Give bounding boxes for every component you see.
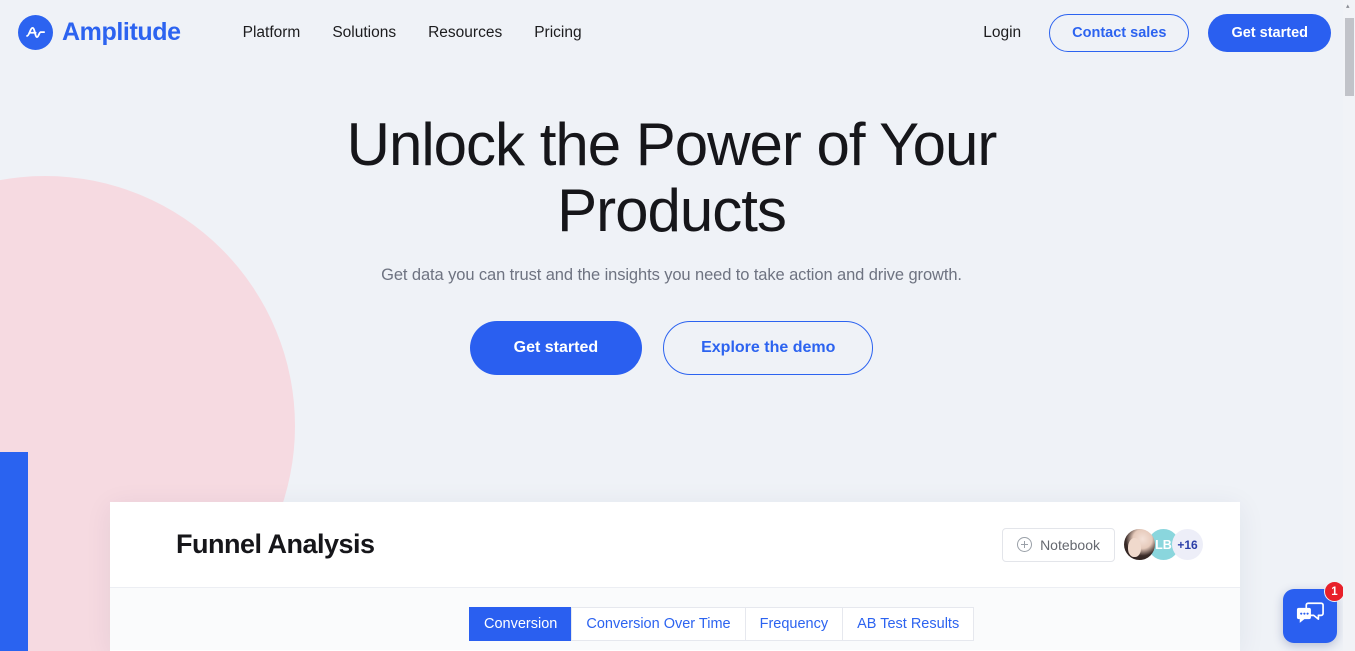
card-body: Conversion Conversion Over Time Frequenc… [110,588,1240,650]
page-scrollbar[interactable]: ▴ [1343,0,1355,651]
nav-links: Platform Solutions Resources Pricing [227,24,598,42]
chat-bubbles-icon [1296,601,1324,631]
nav-link-resources[interactable]: Resources [412,24,518,42]
plus-circle-icon [1017,537,1033,552]
avatar-overflow-count[interactable]: +16 [1172,529,1203,560]
scroll-up-arrow-icon[interactable]: ▴ [1346,3,1352,10]
nav-get-started-button[interactable]: Get started [1208,13,1331,52]
notebook-button[interactable]: Notebook [1002,527,1115,562]
scrollbar-thumb[interactable] [1345,18,1354,96]
avatar-group: LB +16 [1124,529,1203,560]
nav-link-solutions[interactable]: Solutions [316,24,412,42]
nav-link-platform[interactable]: Platform [227,24,317,42]
avatar-photo[interactable] [1124,529,1155,560]
tab-frequency[interactable]: Frequency [744,607,843,641]
login-link[interactable]: Login [983,24,1021,42]
brand-name: Amplitude [62,18,181,46]
tab-conversion[interactable]: Conversion [469,607,572,641]
amplitude-logo-icon [18,15,53,50]
tab-ab-test-results[interactable]: AB Test Results [842,607,975,641]
card-title: Funnel Analysis [176,529,375,559]
contact-sales-button[interactable]: Contact sales [1049,13,1190,52]
card-header: Funnel Analysis Notebook LB +16 [110,502,1240,588]
nav-actions: Login Contact sales Get started [983,13,1343,52]
funnel-analysis-card: Funnel Analysis Notebook LB +16 Conversi… [110,502,1240,651]
chat-unread-badge: 1 [1324,581,1345,602]
hero-cta-group: Get started Explore the demo [0,321,1343,375]
analysis-tabs: Conversion Conversion Over Time Frequenc… [469,607,975,641]
decorative-blue-rectangle [0,452,28,651]
chat-widget-button[interactable]: 1 [1283,581,1345,643]
tab-conversion-over-time[interactable]: Conversion Over Time [571,607,745,641]
card-header-actions: Notebook LB +16 [1002,527,1203,562]
nav-link-pricing[interactable]: Pricing [518,24,597,42]
hero-explore-demo-button[interactable]: Explore the demo [663,321,874,375]
notebook-button-label: Notebook [1040,536,1100,553]
brand-logo[interactable]: Amplitude [18,15,181,50]
top-navigation-bar: Amplitude Platform Solutions Resources P… [0,0,1343,65]
page-title: Unlock the Power of Your Products [346,111,998,244]
hero-get-started-button[interactable]: Get started [469,321,643,375]
